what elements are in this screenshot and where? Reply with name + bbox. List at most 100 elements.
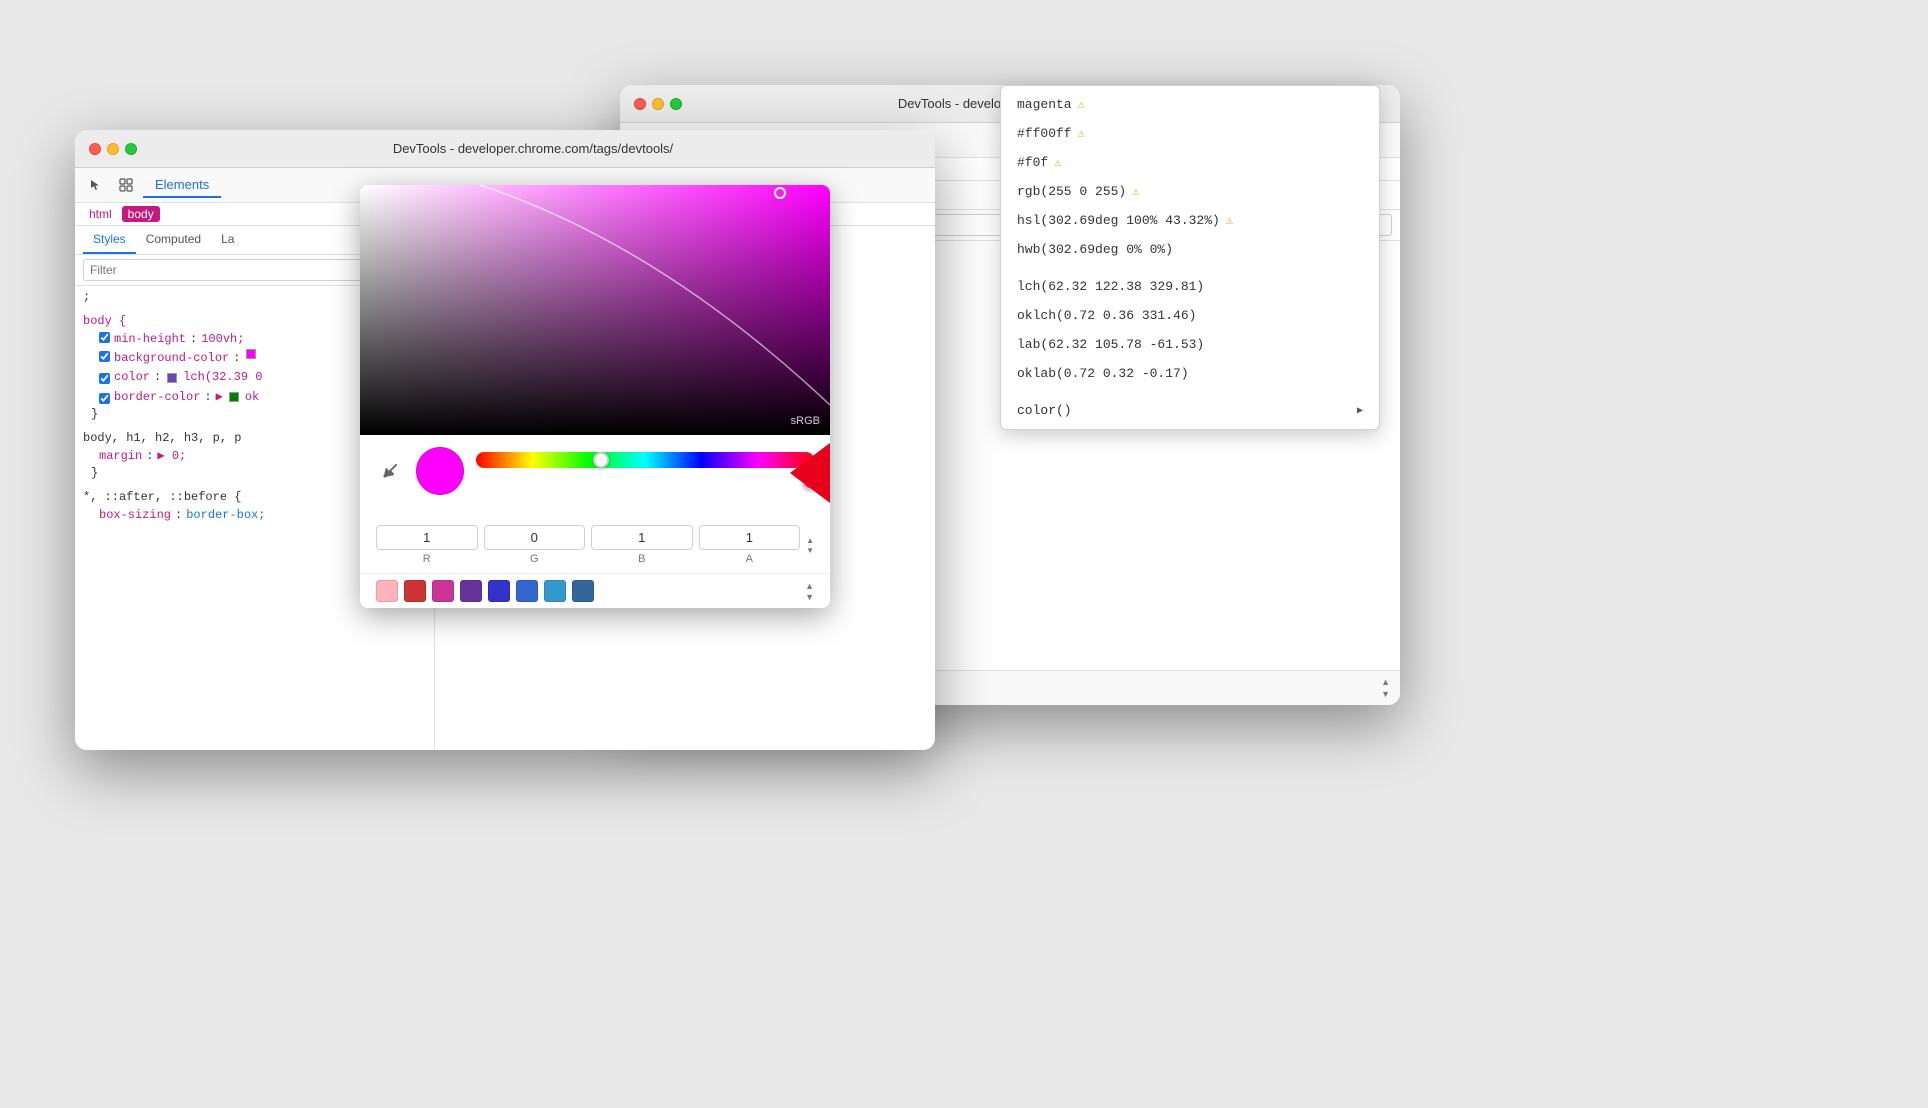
maximize-button-back[interactable]	[670, 98, 682, 110]
swatch-blue1[interactable]	[488, 580, 510, 602]
styles-tab-front[interactable]: Styles	[83, 226, 136, 254]
dropdown-label-rgb: rgb(255 0 255)	[1017, 184, 1126, 199]
dropdown-item-hwb[interactable]: hwb(302.69deg 0% 0%)	[1001, 235, 1379, 264]
breadcrumb-html-front[interactable]: html	[83, 206, 118, 222]
color-spectrum[interactable]: sRGB	[360, 185, 830, 435]
channel-r-input[interactable]	[376, 525, 478, 550]
dropdown-item-color[interactable]: color() ▶	[1001, 396, 1379, 425]
warn-icon-hsl: ⚠	[1226, 213, 1233, 228]
color-format-dropdown: magenta ⚠ #ff00ff ⚠ #f0f ⚠ rgb(255 0 255…	[1000, 85, 1380, 430]
prop-checkbox-bordercolor-front[interactable]	[99, 393, 110, 404]
channel-a-label: A	[746, 553, 753, 565]
dropdown-item-lch[interactable]: lch(62.32 122.38 329.81)	[1001, 272, 1379, 301]
channel-g-label: G	[530, 553, 539, 565]
dropdown-label-lab: lab(62.32 105.78 -61.53)	[1017, 337, 1204, 352]
traffic-lights-front	[89, 143, 137, 155]
dropdown-label-oklch: oklch(0.72 0.36 331.46)	[1017, 308, 1196, 323]
channel-b-group: B	[591, 525, 693, 565]
channel-g-group: G	[484, 525, 586, 565]
dropdown-label-hsl: hsl(302.69deg 100% 43.32%)	[1017, 213, 1220, 228]
color-swatches-row: ▲ ▼	[360, 573, 830, 608]
close-button-back[interactable]	[634, 98, 646, 110]
red-arrow-container	[790, 438, 830, 513]
dropdown-item-hsl[interactable]: hsl(302.69deg 100% 43.32%) ⚠	[1001, 206, 1379, 235]
swatch-purple[interactable]	[460, 580, 482, 602]
swatch-blue4[interactable]	[572, 580, 594, 602]
dropdown-label-ff00ff: #ff00ff	[1017, 126, 1072, 141]
minimize-button-front[interactable]	[107, 143, 119, 155]
swatches-spinner-back[interactable]: ▲ ▼	[1381, 677, 1390, 699]
dropdown-label-lch: lch(62.32 122.38 329.81)	[1017, 279, 1204, 294]
minimize-button-back[interactable]	[652, 98, 664, 110]
warn-icon-ff00ff: ⚠	[1078, 126, 1085, 141]
swatch-blue3[interactable]	[544, 580, 566, 602]
devtools-main-tabs-front: Elements	[143, 173, 221, 198]
traffic-lights-back	[634, 98, 682, 110]
prop-checkbox-bgcolor-front[interactable]	[99, 351, 110, 362]
spinner-down-icon: ▼	[806, 546, 814, 555]
dropdown-item-f0f[interactable]: #f0f ⚠	[1001, 148, 1379, 177]
inspect-icon-front[interactable]	[113, 172, 139, 198]
swatches-up-icon: ▲	[805, 581, 814, 591]
bgcolor-swatch-front[interactable]	[246, 349, 256, 359]
color-inputs-row: R G B A ▲ ▼	[360, 517, 830, 573]
dropdown-divider-1	[1001, 264, 1379, 272]
dropdown-label-hwb: hwb(302.69deg 0% 0%)	[1017, 242, 1173, 257]
color-picker-popup: sRGB R	[360, 185, 830, 608]
channel-a-input[interactable]	[699, 525, 801, 550]
swatch-red[interactable]	[404, 580, 426, 602]
sliders-area	[476, 452, 814, 490]
channel-g-input[interactable]	[484, 525, 586, 550]
dropdown-label-color: color()	[1017, 403, 1072, 418]
color-controls	[360, 435, 830, 517]
dropdown-label-magenta: magenta	[1017, 97, 1072, 112]
spectrum-cursor	[774, 187, 786, 199]
swatch-pink[interactable]	[376, 580, 398, 602]
hue-slider[interactable]	[476, 452, 814, 468]
channel-a-group: A	[699, 525, 801, 565]
eyedropper-button[interactable]	[376, 457, 404, 485]
alpha-slider[interactable]	[476, 474, 814, 490]
color-preview-row	[376, 447, 814, 495]
swatch-magenta[interactable]	[432, 580, 454, 602]
channel-b-input[interactable]	[591, 525, 693, 550]
elements-tab-front[interactable]: Elements	[143, 173, 221, 198]
gamut-label: sRGB	[791, 415, 820, 427]
dropdown-label-f0f: #f0f	[1017, 155, 1048, 170]
prop-checkbox-color-front[interactable]	[99, 373, 110, 384]
color-preview-circle	[416, 447, 464, 495]
dropdown-label-oklab: oklab(0.72 0.32 -0.17)	[1017, 366, 1189, 381]
computed-tab-front[interactable]: Computed	[136, 226, 211, 254]
prop-checkbox-minheight-front[interactable]	[99, 332, 110, 343]
breadcrumb-body-front[interactable]: body	[122, 206, 160, 222]
dropdown-item-oklch[interactable]: oklch(0.72 0.36 331.46)	[1001, 301, 1379, 330]
channel-b-label: B	[638, 553, 645, 565]
dropdown-item-ff00ff[interactable]: #ff00ff ⚠	[1001, 119, 1379, 148]
bordercolor-swatch-front[interactable]	[229, 392, 239, 402]
swatch-blue2[interactable]	[516, 580, 538, 602]
warn-icon-magenta: ⚠	[1078, 97, 1085, 112]
hue-thumb	[593, 452, 609, 468]
window-title-front: DevTools - developer.chrome.com/tags/dev…	[145, 141, 921, 156]
channel-r-group: R	[376, 525, 478, 565]
swatches-down-icon: ▼	[805, 592, 814, 602]
la-tab-front[interactable]: La	[211, 226, 244, 254]
red-arrow-svg	[790, 438, 830, 508]
spinner-up-icon: ▲	[806, 536, 814, 545]
channel-r-label: R	[423, 553, 431, 565]
cursor-icon-front[interactable]	[83, 172, 109, 198]
titlebar-front: DevTools - developer.chrome.com/tags/dev…	[75, 130, 935, 168]
warn-icon-rgb: ⚠	[1132, 184, 1139, 199]
dropdown-item-magenta[interactable]: magenta ⚠	[1001, 90, 1379, 119]
dropdown-item-lab[interactable]: lab(62.32 105.78 -61.53)	[1001, 330, 1379, 359]
swatches-spinner[interactable]: ▲ ▼	[805, 581, 814, 602]
close-button-front[interactable]	[89, 143, 101, 155]
dropdown-divider-2	[1001, 388, 1379, 396]
dropdown-item-rgb[interactable]: rgb(255 0 255) ⚠	[1001, 177, 1379, 206]
color-arrow-icon: ▶	[1357, 405, 1363, 417]
dropdown-item-oklab[interactable]: oklab(0.72 0.32 -0.17)	[1001, 359, 1379, 388]
maximize-button-front[interactable]	[125, 143, 137, 155]
warn-icon-f0f: ⚠	[1054, 155, 1061, 170]
channel-spinner[interactable]: ▲ ▼	[806, 536, 814, 555]
color-swatch-front[interactable]	[167, 373, 177, 383]
